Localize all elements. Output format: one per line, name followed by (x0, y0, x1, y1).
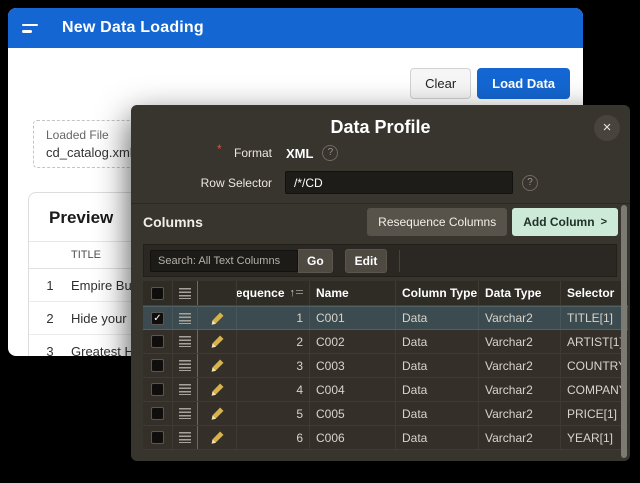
preview-row-num: 2 (29, 302, 71, 335)
edit-button[interactable]: Edit (345, 249, 388, 273)
drag-handle-icon[interactable] (179, 432, 191, 443)
cell-selector: ARTIST[1] (561, 330, 628, 353)
help-icon[interactable]: ? (522, 175, 538, 191)
table-row[interactable]: 5 C005 Data Varchar2 PRICE[1] (143, 402, 628, 426)
columns-grid: Sequence ↑ Name Column Type Data Type Se… (143, 281, 628, 450)
row-checkbox[interactable] (151, 431, 164, 444)
edit-pencil-icon[interactable] (210, 430, 225, 445)
chevron-right-icon: > (601, 216, 607, 228)
row-checkbox[interactable] (151, 383, 164, 396)
edit-pencil-icon[interactable] (210, 311, 225, 326)
cell-selector: TITLE[1] (561, 307, 628, 329)
page-title: New Data Loading (62, 19, 204, 37)
cell-sequence: 5 (237, 402, 310, 425)
search-toolbar: Go Edit (143, 244, 617, 277)
data-profile-dialog: Data Profile × * Format XML ? Row Select… (131, 105, 630, 461)
cell-sequence: 6 (237, 426, 310, 449)
cell-name: C005 (310, 402, 396, 425)
edit-pencil-icon[interactable] (210, 334, 225, 349)
name-column-header[interactable]: Name (310, 281, 396, 305)
table-row[interactable]: ✓ 1 C001 Data Varchar2 TITLE[1] (143, 306, 628, 330)
cell-sequence: 2 (237, 330, 310, 353)
table-row[interactable]: 4 C004 Data Varchar2 COMPANY (143, 378, 628, 402)
cell-column-type: Data (396, 402, 479, 425)
format-label: * Format (131, 146, 272, 160)
drag-handle-icon[interactable] (179, 336, 191, 347)
row-checkbox[interactable] (151, 335, 164, 348)
row-selector-input[interactable] (285, 171, 513, 194)
search-input[interactable] (150, 250, 298, 272)
cell-data-type: Varchar2 (479, 330, 561, 353)
cell-name: C002 (310, 330, 396, 353)
cell-column-type: Data (396, 307, 479, 329)
row-checkbox[interactable] (151, 407, 164, 420)
cell-data-type: Varchar2 (479, 307, 561, 329)
cell-selector: YEAR[1] (561, 426, 628, 449)
resequence-columns-button[interactable]: Resequence Columns (367, 208, 507, 236)
cell-name: C001 (310, 307, 396, 329)
drag-handle-icon[interactable] (179, 384, 191, 395)
app-header: New Data Loading (8, 8, 583, 48)
sort-ascending-icon: ↑ (290, 287, 304, 299)
preview-row-num: 1 (29, 269, 71, 302)
toolbar-divider (399, 250, 400, 272)
table-row[interactable]: 6 C006 Data Varchar2 YEAR[1] (143, 426, 628, 450)
columns-section-header: Columns Resequence Columns Add Column > (131, 203, 630, 240)
cell-name: C006 (310, 426, 396, 449)
selector-column-header[interactable]: Selector (561, 281, 628, 305)
cell-selector: PRICE[1] (561, 402, 628, 425)
edit-pencil-icon[interactable] (210, 382, 225, 397)
edit-pencil-icon[interactable] (210, 406, 225, 421)
cell-column-type: Data (396, 378, 479, 401)
close-icon[interactable]: × (594, 115, 620, 141)
drag-handle-icon[interactable] (179, 408, 191, 419)
cell-name: C003 (310, 354, 396, 377)
add-column-button[interactable]: Add Column > (512, 208, 618, 236)
cell-data-type: Varchar2 (479, 426, 561, 449)
cell-selector: COUNTRY (561, 354, 628, 377)
go-button[interactable]: Go (298, 249, 333, 273)
dialog-title: Data Profile (131, 117, 630, 138)
cell-sequence: 3 (237, 354, 310, 377)
menu-icon[interactable] (22, 19, 44, 37)
cell-data-type: Varchar2 (479, 402, 561, 425)
column-type-column-header[interactable]: Column Type (396, 281, 479, 305)
grid-header-row: Sequence ↑ Name Column Type Data Type Se… (143, 281, 628, 306)
row-selector-field-row: Row Selector ? (131, 171, 538, 194)
cell-data-type: Varchar2 (479, 378, 561, 401)
table-row[interactable]: 2 C002 Data Varchar2 ARTIST[1] (143, 330, 628, 354)
preview-row-num: 3 (29, 335, 71, 357)
format-field-row: * Format XML ? (131, 145, 338, 161)
cell-data-type: Varchar2 (479, 354, 561, 377)
action-bar: Clear Load Data (410, 68, 570, 99)
edit-column-header (198, 281, 237, 305)
row-checkbox[interactable] (151, 359, 164, 372)
cell-selector: COMPANY (561, 378, 628, 401)
sequence-column-header[interactable]: Sequence ↑ (237, 281, 310, 305)
help-icon[interactable]: ? (322, 145, 338, 161)
edit-pencil-icon[interactable] (210, 358, 225, 373)
required-icon: * (217, 142, 222, 156)
columns-label: Columns (143, 214, 203, 230)
row-selector-label: Row Selector (131, 176, 272, 190)
cell-sequence: 4 (237, 378, 310, 401)
cell-column-type: Data (396, 426, 479, 449)
cell-column-type: Data (396, 354, 479, 377)
row-checkbox-checked[interactable]: ✓ (151, 312, 164, 325)
row-menu-icon (179, 288, 191, 299)
clear-button[interactable]: Clear (410, 68, 471, 99)
format-value: XML (286, 146, 313, 161)
select-all-checkbox[interactable] (151, 287, 164, 300)
drag-handle-icon[interactable] (179, 360, 191, 371)
load-data-button[interactable]: Load Data (477, 68, 570, 99)
table-row[interactable]: 3 C003 Data Varchar2 COUNTRY (143, 354, 628, 378)
data-type-column-header[interactable]: Data Type (479, 281, 561, 305)
cell-sequence: 1 (237, 307, 310, 329)
scrollbar-thumb[interactable] (621, 205, 627, 458)
drag-handle-icon[interactable] (179, 313, 191, 324)
cell-name: C004 (310, 378, 396, 401)
cell-column-type: Data (396, 330, 479, 353)
